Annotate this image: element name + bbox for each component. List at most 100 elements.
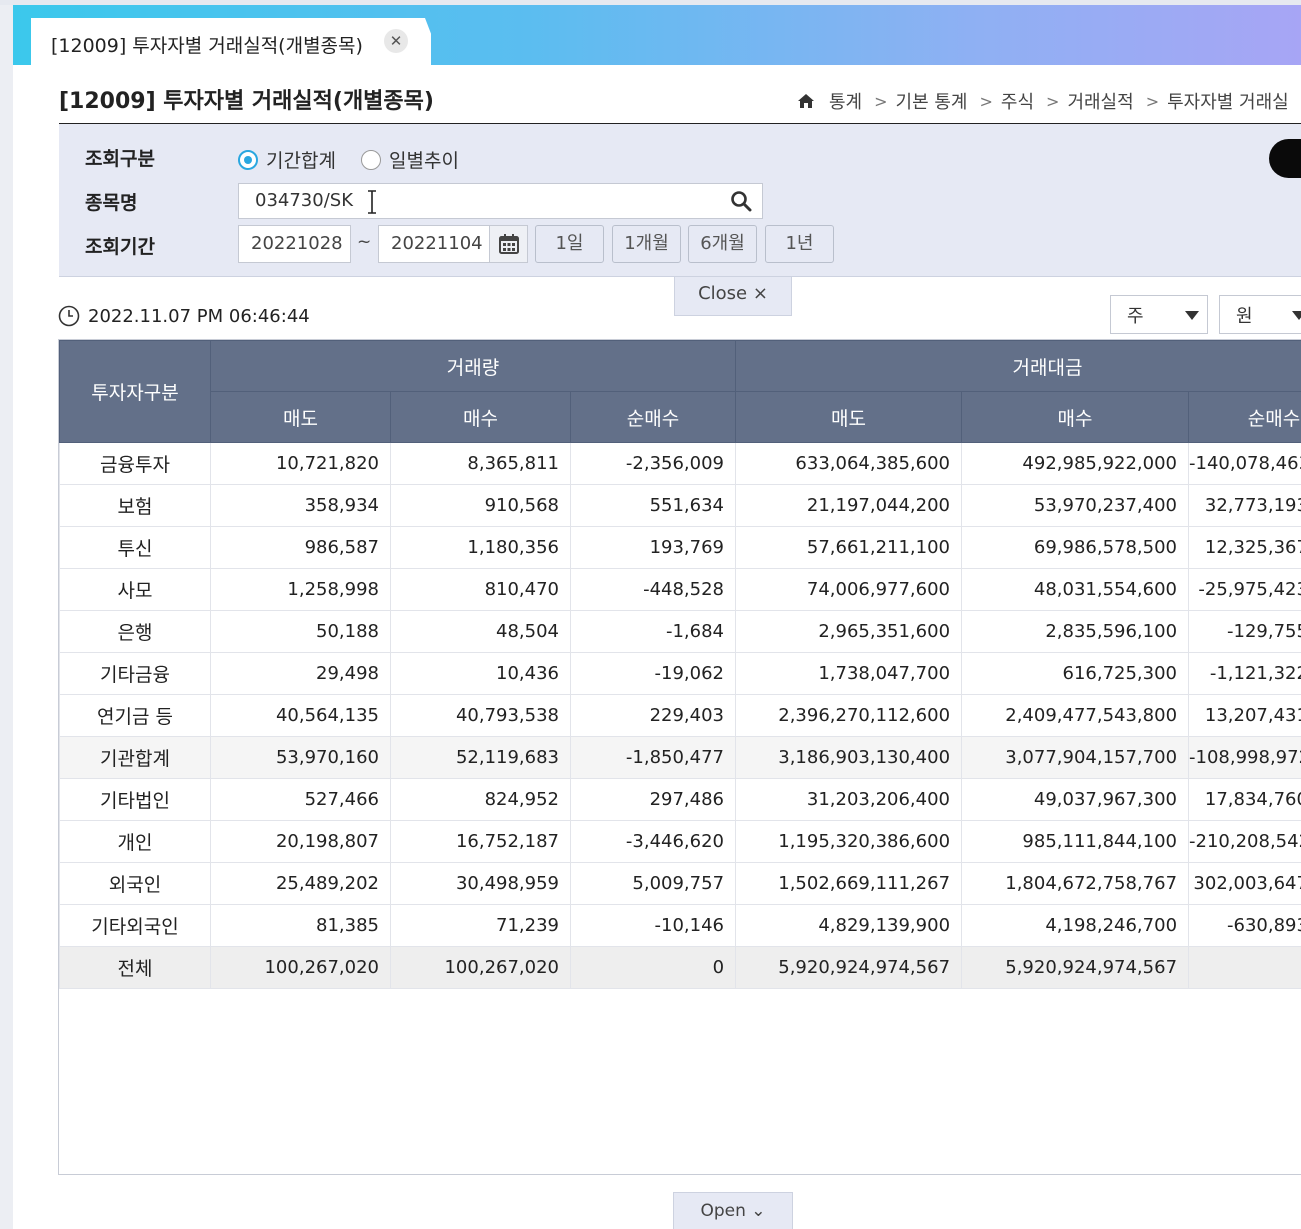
open-panel-button[interactable]: Open ⌄: [673, 1192, 793, 1229]
value-cell: 17,834,760,900: [1188, 778, 1301, 821]
search-submit-button[interactable]: [1269, 139, 1301, 178]
value-cell: 1,195,320,386,600: [735, 820, 963, 863]
value-cell: 100,267,020: [390, 946, 571, 989]
value-cell: 25,489,202: [210, 862, 391, 905]
breadcrumb-item[interactable]: 기본 통계: [896, 88, 968, 114]
value-cell: 302,003,647,500: [1188, 862, 1301, 905]
search-icon[interactable]: [730, 190, 752, 212]
breadcrumb-item[interactable]: 거래실적: [1067, 88, 1133, 114]
breadcrumb: 통계 > 기본 통계 > 주식 > 거래실적 > 투자자별 거래실: [797, 88, 1289, 114]
stock-name-label: 종목명: [85, 192, 138, 214]
value-cell: 48,031,554,600: [961, 568, 1190, 611]
table-row[interactable]: 개인 20,198,807 16,752,187 -3,446,620 1,195,32…: [59, 820, 1301, 863]
tab-close-icon[interactable]: ✕: [384, 29, 408, 53]
value-cell: 49,037,967,300: [961, 778, 1190, 821]
breadcrumb-item[interactable]: 통계: [829, 88, 862, 114]
value-cell: 229,403: [569, 694, 737, 737]
radio-daily-trend[interactable]: 일별추이: [361, 146, 459, 173]
period-1day-button[interactable]: 1일: [535, 225, 604, 263]
value-cell: -1,850,477: [569, 736, 737, 779]
timestamp-text: 2022.11.07 PM 06:46:44: [88, 305, 310, 327]
table-row[interactable]: 전체 100,267,020 100,267,020 0 5,920,924,974,5…: [59, 946, 1301, 989]
header-volume-net[interactable]: 순매수: [569, 391, 737, 443]
value-cell: 4,829,139,900: [735, 904, 963, 947]
table-row[interactable]: 투신 986,587 1,180,356 193,769 57,661,211,100 6…: [59, 526, 1301, 569]
header-volume-sell[interactable]: 매도: [210, 391, 391, 443]
period-1year-button[interactable]: 1년: [765, 225, 834, 263]
value-cell: 13,207,431,200: [1188, 694, 1301, 737]
investor-type-cell: 외국인: [59, 862, 211, 905]
value-cell: 29,498: [210, 652, 391, 695]
header-volume-buy[interactable]: 매수: [390, 391, 571, 443]
volume-unit-value: 주: [1127, 306, 1144, 327]
value-cell: -108,998,972,700: [1188, 736, 1301, 779]
value-cell: 53,970,237,400: [961, 484, 1190, 527]
chevron-down-icon: [1292, 311, 1301, 320]
value-cell: 57,661,211,100: [735, 526, 963, 569]
radio-period-total[interactable]: 기간합계: [238, 146, 336, 173]
search-panel: 조회구분 기간합계 일별추이 종목명 034730/SK 조회기간 202210…: [59, 124, 1301, 277]
value-cell: 1,258,998: [210, 568, 391, 611]
investor-type-cell: 연기금 등: [59, 694, 211, 737]
page-title: [12009] 투자자별 거래실적(개별종목): [59, 89, 434, 114]
value-cell: 100,267,020: [210, 946, 391, 989]
header-amount-net[interactable]: 순매수: [1188, 391, 1301, 443]
header-amount-buy[interactable]: 매수: [961, 391, 1190, 443]
value-cell: -2,356,009: [569, 442, 737, 485]
calendar-button[interactable]: [489, 225, 528, 263]
table-row[interactable]: 기관합계 53,970,160 52,119,683 -1,850,477 3,186,…: [59, 736, 1301, 779]
header-amount-sell[interactable]: 매도: [735, 391, 963, 443]
value-cell: 12,325,367,400: [1188, 526, 1301, 569]
value-cell: -19,062: [569, 652, 737, 695]
header-investor-type[interactable]: 투자자구분: [59, 340, 211, 443]
chevron-down-icon: ⌄: [751, 1201, 766, 1221]
table-row[interactable]: 은행 50,188 48,504 -1,684 2,965,351,600 2,835,5…: [59, 610, 1301, 653]
value-cell: 3,186,903,130,400: [735, 736, 963, 779]
investor-type-cell: 기타외국인: [59, 904, 211, 947]
home-icon[interactable]: [797, 92, 815, 110]
amount-unit-select[interactable]: 원: [1219, 295, 1301, 334]
table-row[interactable]: 기타외국인 81,385 71,239 -10,146 4,829,139,900 4,1…: [59, 904, 1301, 947]
value-cell: 527,466: [210, 778, 391, 821]
table-row[interactable]: 기타금융 29,498 10,436 -19,062 1,738,047,700 616,…: [59, 652, 1301, 695]
breadcrumb-item[interactable]: 주식: [1001, 88, 1034, 114]
value-cell: 0: [1188, 946, 1301, 989]
table-row[interactable]: 외국인 25,489,202 30,498,959 5,009,757 1,502,66…: [59, 862, 1301, 905]
value-cell: 71,239: [390, 904, 571, 947]
breadcrumb-item[interactable]: 투자자별 거래실: [1167, 88, 1289, 114]
value-cell: 985,111,844,100: [961, 820, 1190, 863]
value-cell: 52,119,683: [390, 736, 571, 779]
value-cell: -448,528: [569, 568, 737, 611]
chevron-down-icon: [1185, 311, 1199, 320]
value-cell: 0: [569, 946, 737, 989]
data-table: 투자자구분 거래량 거래대금 매도 매수 순매수 매도 매수 순매수 금융투자 1…: [59, 340, 1301, 989]
table-row[interactable]: 기타법인 527,466 824,952 297,486 31,203,206,400 4…: [59, 778, 1301, 821]
value-cell: 358,934: [210, 484, 391, 527]
stock-search-input[interactable]: 034730/SK: [238, 183, 763, 219]
tab-title: [12009] 투자자별 거래실적(개별종목): [51, 35, 363, 57]
radio-selected-icon[interactable]: [238, 149, 258, 170]
value-cell: -1,121,322,400: [1188, 652, 1301, 695]
period-1month-button[interactable]: 1개월: [612, 225, 681, 263]
period-6month-button[interactable]: 6개월: [688, 225, 757, 263]
table-row[interactable]: 사모 1,258,998 810,470 -448,528 74,006,977,600…: [59, 568, 1301, 611]
end-date-input[interactable]: 20221104: [378, 225, 490, 263]
value-cell: 1,738,047,700: [735, 652, 963, 695]
table-row[interactable]: 연기금 등 40,564,135 40,793,538 229,403 2,396,27…: [59, 694, 1301, 737]
close-panel-button[interactable]: Close ×: [674, 277, 792, 316]
header-group-amount: 거래대금: [735, 340, 1301, 392]
value-cell: 3,077,904,157,700: [961, 736, 1190, 779]
start-date-input[interactable]: 20221028: [238, 225, 351, 263]
radio-unselected-icon[interactable]: [361, 149, 381, 170]
header-group-volume: 거래량: [209, 340, 737, 392]
left-gutter: [0, 5, 13, 1229]
value-cell: 5,920,924,974,567: [735, 946, 963, 989]
value-cell: 16,752,187: [390, 820, 571, 863]
value-cell: 8,365,811: [390, 442, 571, 485]
stock-input-value: 034730/SK: [255, 190, 354, 211]
volume-unit-select[interactable]: 주: [1110, 295, 1208, 334]
active-tab[interactable]: [12009] 투자자별 거래실적(개별종목) ✕: [31, 18, 431, 65]
value-cell: -1,684: [569, 610, 737, 653]
table-row[interactable]: 보험 358,934 910,568 551,634 21,197,044,200 53,…: [59, 484, 1301, 527]
table-row[interactable]: 금융투자 10,721,820 8,365,811 -2,356,009 633,064…: [59, 442, 1301, 485]
